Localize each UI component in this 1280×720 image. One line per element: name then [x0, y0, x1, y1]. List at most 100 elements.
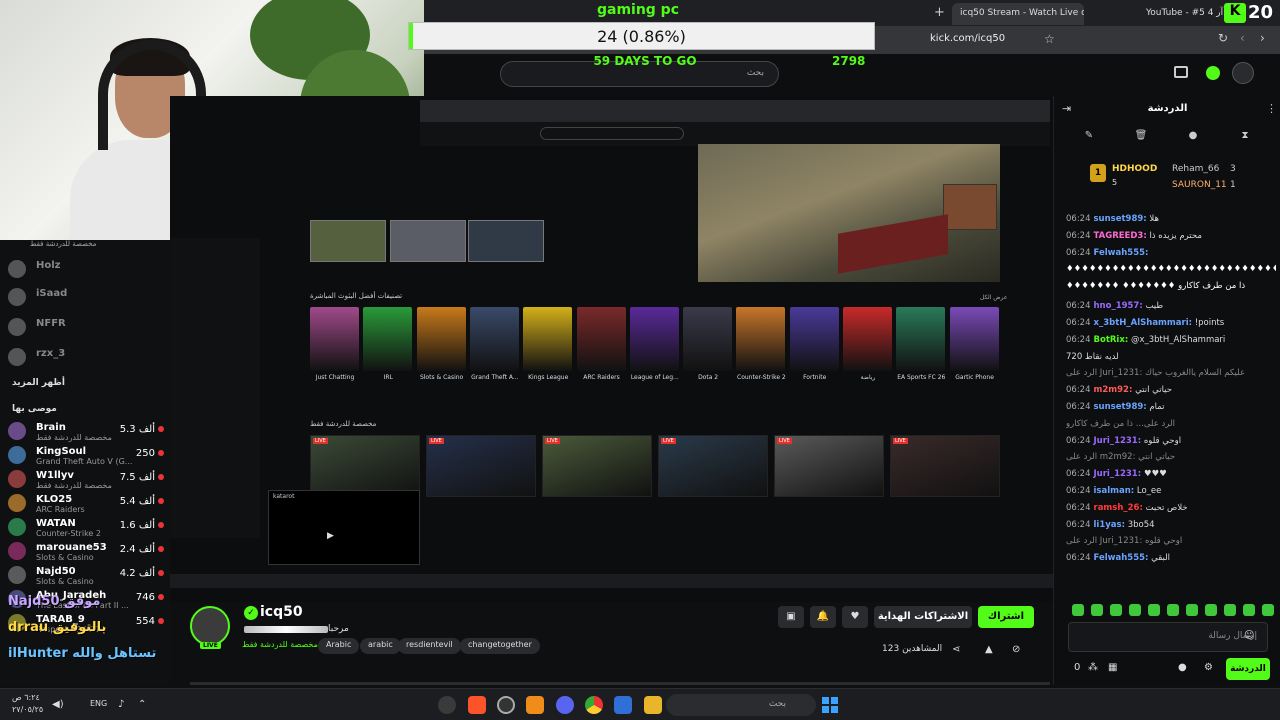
chat-message[interactable]: 06:24 x_3btH_AlShammari: !points: [1066, 318, 1276, 328]
points-icon[interactable]: ⁂: [1088, 662, 1098, 673]
channel-avatar[interactable]: [190, 606, 230, 646]
sidebar-item-recommended[interactable]: KingSoul Grand Theft Auto V (G... 250: [8, 446, 168, 468]
chat-message[interactable]: الرد على Juri_1231: اوحي قلوه: [1066, 536, 1276, 546]
trash-icon[interactable]: 🗑: [1134, 130, 1148, 144]
message-user[interactable]: TAGREED3:: [1094, 231, 1147, 241]
message-user[interactable]: li1yas:: [1094, 520, 1125, 530]
chat-message[interactable]: 06:24 hno_1957: طيب: [1066, 301, 1276, 311]
sidebar-item-offline[interactable]: Holz: [8, 260, 168, 282]
back-icon[interactable]: ›: [1260, 31, 1265, 45]
sidebar-item-recommended[interactable]: KLO25 ARC Raiders 5.4 ألف: [8, 494, 168, 516]
chat-message[interactable]: الرد على Juri_1231: عليكم السلام ياالغرو…: [1066, 368, 1276, 378]
emote-icon[interactable]: [1072, 604, 1084, 616]
message-user[interactable]: isalman:: [1094, 486, 1135, 496]
category-link[interactable]: مخصصة للدردشة فقط: [242, 640, 318, 649]
sidebar-item-offline[interactable]: iSaad: [8, 288, 168, 310]
sidebar-item-recommended[interactable]: WATAN Counter-Strike 2 1.6 ألف: [8, 518, 168, 540]
tag-chip[interactable]: resdientevil: [398, 638, 461, 654]
emote-icon[interactable]: [1186, 604, 1198, 616]
tab-youtube[interactable]: YouTube - #5 فى آر 4: [1138, 3, 1238, 25]
message-user[interactable]: m2m92:: [1094, 385, 1133, 395]
follow-heart-button[interactable]: ♥: [842, 606, 868, 628]
share-icon[interactable]: ⋖: [952, 644, 960, 655]
emote-icon[interactable]: [1110, 604, 1122, 616]
chat-message[interactable]: 06:24 sunset989: تمام: [1066, 402, 1276, 412]
reload-icon[interactable]: ↻: [1218, 31, 1228, 45]
tag-chip[interactable]: Arabic: [318, 638, 360, 654]
obs-icon[interactable]: [497, 696, 515, 714]
message-user[interactable]: Juri_1231:: [1094, 436, 1142, 446]
chat-message[interactable]: ♦♦♦♦♦♦♦ ♦♦♦♦♦♦♦ ذا من طرف كاكارو: [1066, 281, 1276, 291]
gift-icon[interactable]: ▦: [1108, 662, 1117, 673]
report-icon[interactable]: ▲: [985, 644, 993, 655]
clear-icon[interactable]: ⧗: [1238, 130, 1252, 144]
volume-icon[interactable]: ◀): [52, 699, 64, 710]
tab-kick[interactable]: icq50 Stream - Watch Live on: [952, 3, 1084, 25]
clock-date[interactable]: ٢٧/٠٥/٢٥: [12, 705, 43, 714]
theater-button[interactable]: ▣: [778, 606, 804, 628]
message-user[interactable]: Felwah555:: [1094, 553, 1149, 563]
sidebar-item-recommended[interactable]: Najd50 Slots & Casino 4.2 ألف: [8, 566, 168, 588]
kick-coin-icon[interactable]: [1206, 66, 1220, 80]
chat-message[interactable]: 06:24 isalman: Lo_ee: [1066, 486, 1276, 496]
sidebar-item-offline[interactable]: NFFR: [8, 318, 168, 340]
chat-message[interactable]: الرد على m2m92: حياتي انتي: [1066, 452, 1276, 462]
chat-message[interactable]: 06:24 ramsh_26: خلاص تحبت: [1066, 503, 1276, 513]
language-indicator[interactable]: ENG: [90, 699, 107, 708]
emote-icon[interactable]: [1243, 604, 1255, 616]
channel-name[interactable]: icq50: [260, 604, 303, 620]
emote-icon[interactable]: [1091, 604, 1103, 616]
store-icon[interactable]: [614, 696, 632, 714]
url-field[interactable]: kick.com/icq50: [930, 33, 1005, 44]
chat-bubble-icon[interactable]: ●: [1178, 662, 1187, 673]
show-more-link[interactable]: أظهر المزيد: [12, 378, 65, 388]
brave-icon[interactable]: [468, 696, 486, 714]
chat-message[interactable]: 06:24 Felwah555: البقي: [1066, 553, 1276, 563]
stream-video[interactable]: تصنيفات أفضل البثوث المباشرة عرض الكل Ju…: [170, 96, 1053, 602]
windows-start-icon[interactable]: [822, 697, 838, 713]
forward-icon[interactable]: ‹: [1240, 31, 1245, 45]
subscribe-button[interactable]: اشتراك: [978, 606, 1034, 628]
tag-chip[interactable]: changetogether: [460, 638, 540, 654]
new-tab-icon[interactable]: +: [934, 5, 945, 20]
message-user[interactable]: Felwah555:: [1094, 248, 1149, 258]
emoji-picker-icon[interactable]: ☺: [1244, 630, 1254, 641]
chat-message[interactable]: 06:24 sunset989: هلا: [1066, 214, 1276, 224]
emote-icon[interactable]: [1129, 604, 1141, 616]
tray-expand-icon[interactable]: ⌃: [138, 699, 146, 710]
horizontal-scrollbar[interactable]: [190, 682, 1050, 685]
pin-icon[interactable]: ✎: [1082, 130, 1096, 144]
notification-button[interactable]: 🔔: [810, 606, 836, 628]
chat-message[interactable]: 06:24 BotRix: @x_3btH_AlShammari: [1066, 335, 1276, 345]
chat-message[interactable]: 06:24 Juri_1231: اوحي قلوه: [1066, 436, 1276, 446]
inbox-icon[interactable]: [1174, 66, 1188, 78]
message-user[interactable]: sunset989:: [1094, 214, 1147, 224]
message-user[interactable]: BotRix:: [1094, 335, 1129, 345]
message-user[interactable]: ramsh_26:: [1094, 503, 1143, 513]
sidebar-item-offline[interactable]: rzx_3: [8, 348, 168, 370]
user-avatar[interactable]: [1232, 62, 1254, 84]
sidebar-item-recommended[interactable]: Brain مخصصة للدردشة فقط 5.3 ألف: [8, 422, 168, 444]
emote-icon[interactable]: [1224, 604, 1236, 616]
sidebar-item-recommended[interactable]: W1llyv مخصصة للدردشة فقط 7.5 ألف: [8, 470, 168, 492]
vlc-icon[interactable]: [526, 696, 544, 714]
taskbar-search[interactable]: بحث: [666, 694, 816, 716]
chrome-icon[interactable]: [585, 696, 603, 714]
chat-menu-icon[interactable]: ⋮: [1266, 102, 1277, 115]
tag-chip[interactable]: arabic: [360, 638, 401, 654]
file-explorer-icon[interactable]: [644, 696, 662, 714]
microphone-icon[interactable]: ♪: [118, 699, 124, 710]
chat-message[interactable]: لديه نقاط 720: [1066, 352, 1276, 362]
chat-message[interactable]: 06:24 m2m92: حياتي انتي: [1066, 385, 1276, 395]
chat-message[interactable]: 06:24 TAGREED3: محترم يزيده ذا: [1066, 231, 1276, 241]
message-user[interactable]: hno_1957:: [1094, 301, 1143, 311]
emote-icon[interactable]: [1205, 604, 1217, 616]
message-icon[interactable]: ●: [1186, 130, 1200, 144]
clock-time[interactable]: ٦:٢٤ ص: [12, 693, 40, 702]
chat-message[interactable]: 06:24 Felwah555:: [1066, 248, 1276, 258]
chat-message[interactable]: ♦♦♦♦♦♦♦♦♦♦♦♦♦♦♦♦♦♦♦♦♦♦♦♦♦♦♦♦♦♦: [1066, 264, 1276, 274]
gift-subs-button[interactable]: الاشتراكات الهداية: [874, 606, 972, 628]
discord-icon[interactable]: [556, 696, 574, 714]
chat-input[interactable]: إرسال رسالة: [1068, 622, 1268, 652]
collapse-chat-icon[interactable]: ⇥: [1062, 102, 1071, 115]
